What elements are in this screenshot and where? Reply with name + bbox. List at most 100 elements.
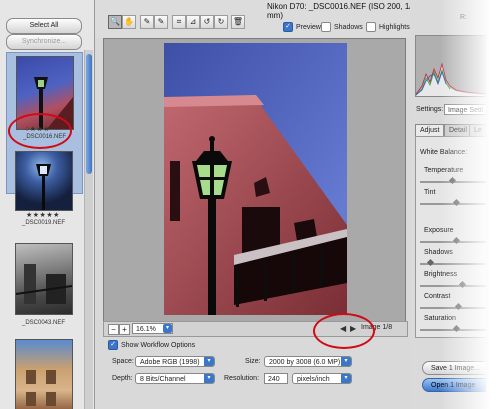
building-silhouette bbox=[26, 370, 56, 406]
shadows-checkbox[interactable]: Shadows bbox=[321, 22, 363, 32]
image-canvas[interactable] bbox=[103, 38, 406, 322]
thumbnail-filename: _DSC0019.NEF bbox=[22, 220, 66, 226]
color-sampler-icon[interactable]: ✎ bbox=[154, 15, 168, 29]
size-value: 2000 by 3008 (6.0 MP) bbox=[269, 359, 341, 366]
checkbox-box[interactable] bbox=[366, 22, 376, 32]
straighten-icon[interactable]: ⊿ bbox=[186, 15, 200, 29]
space-select[interactable]: Adobe RGB (1998) ▾ bbox=[135, 356, 215, 367]
next-image-icon[interactable]: ▶ bbox=[350, 324, 356, 333]
depth-label: Depth: bbox=[112, 375, 133, 382]
exposure-slider[interactable] bbox=[420, 236, 486, 245]
checkbox-box[interactable] bbox=[321, 22, 331, 32]
shadows-slider[interactable] bbox=[420, 258, 486, 267]
camera-raw-window: Select All Synchronize... ○★★★· · _DSC00… bbox=[0, 0, 486, 409]
zoom-icon[interactable]: 🔍 bbox=[108, 15, 122, 29]
white-balance-label: White Balance: bbox=[420, 149, 468, 156]
resolution-unit: pixels/inch bbox=[297, 376, 330, 383]
slider-knob[interactable] bbox=[452, 198, 461, 207]
adjust-tab-body: White Balance: Temperature Tint Exposure… bbox=[415, 136, 486, 338]
resolution-input[interactable]: 240 bbox=[264, 373, 288, 384]
histogram-graph bbox=[416, 62, 486, 96]
checkbox-box[interactable]: ✓ bbox=[283, 22, 293, 32]
chevron-down-icon: ▾ bbox=[163, 324, 172, 333]
settings-select[interactable]: Image Setti bbox=[444, 104, 486, 115]
filmstrip-scrollbar[interactable] bbox=[84, 50, 93, 409]
chevron-down-icon: ▾ bbox=[341, 357, 351, 366]
slider-knob[interactable] bbox=[452, 324, 461, 333]
lamp-silhouette bbox=[34, 77, 73, 129]
space-value: Adobe RGB (1998) bbox=[140, 359, 200, 366]
thumbnail-image bbox=[15, 339, 73, 409]
scrollbar-thumb[interactable] bbox=[86, 54, 92, 174]
workflow-options: ✓ Show Workflow Options Space: Adobe RGB … bbox=[100, 337, 406, 407]
show-workflow-checkbox[interactable]: ✓ Show Workflow Options bbox=[108, 340, 195, 350]
contrast-slider[interactable] bbox=[420, 302, 486, 311]
shadows-adjust-label: Shadows bbox=[424, 249, 453, 256]
chevron-down-icon: ▾ bbox=[341, 374, 351, 383]
previous-image-icon[interactable]: ◀ bbox=[340, 324, 346, 333]
filmstrip-thumb-4[interactable] bbox=[6, 336, 81, 409]
crop-icon[interactable]: ⌗ bbox=[172, 15, 186, 29]
shadows-label: Shadows bbox=[334, 23, 363, 31]
contrast-label: Contrast bbox=[424, 293, 451, 300]
slider-knob[interactable] bbox=[458, 280, 467, 289]
slider-knob[interactable] bbox=[448, 176, 457, 185]
rating-stars[interactable]: ○★★★· · bbox=[25, 125, 58, 133]
zoom-select[interactable]: 16.1% ▾ bbox=[132, 323, 173, 334]
saturation-slider[interactable] bbox=[420, 324, 486, 333]
select-all-button[interactable]: Select All bbox=[6, 18, 82, 34]
histogram bbox=[415, 35, 486, 97]
slider-knob[interactable] bbox=[452, 236, 461, 245]
hand-icon[interactable]: ✋ bbox=[122, 15, 136, 29]
photo-illustration bbox=[164, 43, 347, 315]
thumbnail-image bbox=[16, 56, 74, 130]
rotate-right-icon[interactable]: ↻ bbox=[214, 15, 228, 29]
resolution-label: Resolution: bbox=[224, 375, 260, 382]
zoom-bar: − + 16.1% ▾ ◀ ▶ Image 1/8 bbox=[103, 321, 408, 337]
eyedropper-icon[interactable]: ✎ bbox=[140, 15, 154, 29]
open-image-button[interactable]: Open 1 Image bbox=[422, 378, 486, 392]
adjustments-panel: R: Settings: Image Setti Adjust Detail L… bbox=[410, 0, 486, 409]
resolution-unit-select[interactable]: pixels/inch ▾ bbox=[292, 373, 352, 384]
image-count: Image 1/8 bbox=[361, 324, 393, 331]
temperature-slider[interactable] bbox=[420, 176, 486, 185]
thumbnail-image bbox=[15, 243, 73, 315]
exposure-label: Exposure bbox=[424, 227, 454, 234]
synchronize-button[interactable]: Synchronize... bbox=[6, 34, 82, 50]
show-workflow-label: Show Workflow Options bbox=[121, 341, 196, 349]
brightness-slider[interactable] bbox=[420, 280, 486, 289]
settings-label: Settings: bbox=[416, 106, 444, 113]
highlights-checkbox[interactable]: Highlights bbox=[366, 22, 410, 32]
filmstrip-thumb-2[interactable]: ★★★★★ _DSC0019.NEF bbox=[6, 148, 81, 228]
trash-icon[interactable]: 🗑 bbox=[231, 15, 245, 29]
size-label: Size: bbox=[245, 358, 261, 365]
thumbnail-filename: _DSC0043.NEF bbox=[22, 320, 66, 326]
checkbox-box[interactable]: ✓ bbox=[108, 340, 118, 350]
highlights-label: Highlights bbox=[379, 23, 410, 31]
slider-knob[interactable] bbox=[454, 302, 463, 311]
lamp-silhouette bbox=[36, 164, 51, 210]
zoom-out-button[interactable]: − bbox=[108, 324, 119, 335]
tint-slider[interactable] bbox=[420, 198, 486, 207]
save-image-button[interactable]: Save 1 Image... bbox=[422, 361, 486, 375]
rotate-left-icon[interactable]: ↺ bbox=[200, 15, 214, 29]
space-label: Space: bbox=[112, 358, 134, 365]
size-select[interactable]: 2000 by 3008 (6.0 MP) ▾ bbox=[264, 356, 352, 367]
rating-stars[interactable]: ★★★★★ bbox=[26, 211, 60, 219]
preview-checkbox[interactable]: ✓ Preview bbox=[283, 22, 321, 32]
thumbnail-image bbox=[15, 151, 73, 211]
chevron-down-icon: ▾ bbox=[204, 374, 214, 383]
tint-label: Tint bbox=[424, 189, 436, 196]
filmstrip-panel: Select All Synchronize... ○★★★· · _DSC00… bbox=[0, 0, 95, 409]
slider-knob[interactable] bbox=[426, 258, 435, 267]
depth-select[interactable]: 8 Bits/Channel ▾ bbox=[135, 373, 215, 384]
filmstrip-thumb-3[interactable]: _DSC0043.NEF bbox=[6, 240, 81, 328]
main-photo bbox=[164, 43, 347, 315]
balcony-silhouette bbox=[16, 264, 72, 304]
depth-value: 8 Bits/Channel bbox=[140, 376, 186, 383]
saturation-label: Saturation bbox=[424, 315, 456, 322]
zoom-in-button[interactable]: + bbox=[119, 324, 130, 335]
r-readout-label: R: bbox=[460, 14, 467, 21]
preview-label: Preview bbox=[296, 23, 321, 31]
brightness-label: Brightness bbox=[424, 271, 458, 278]
